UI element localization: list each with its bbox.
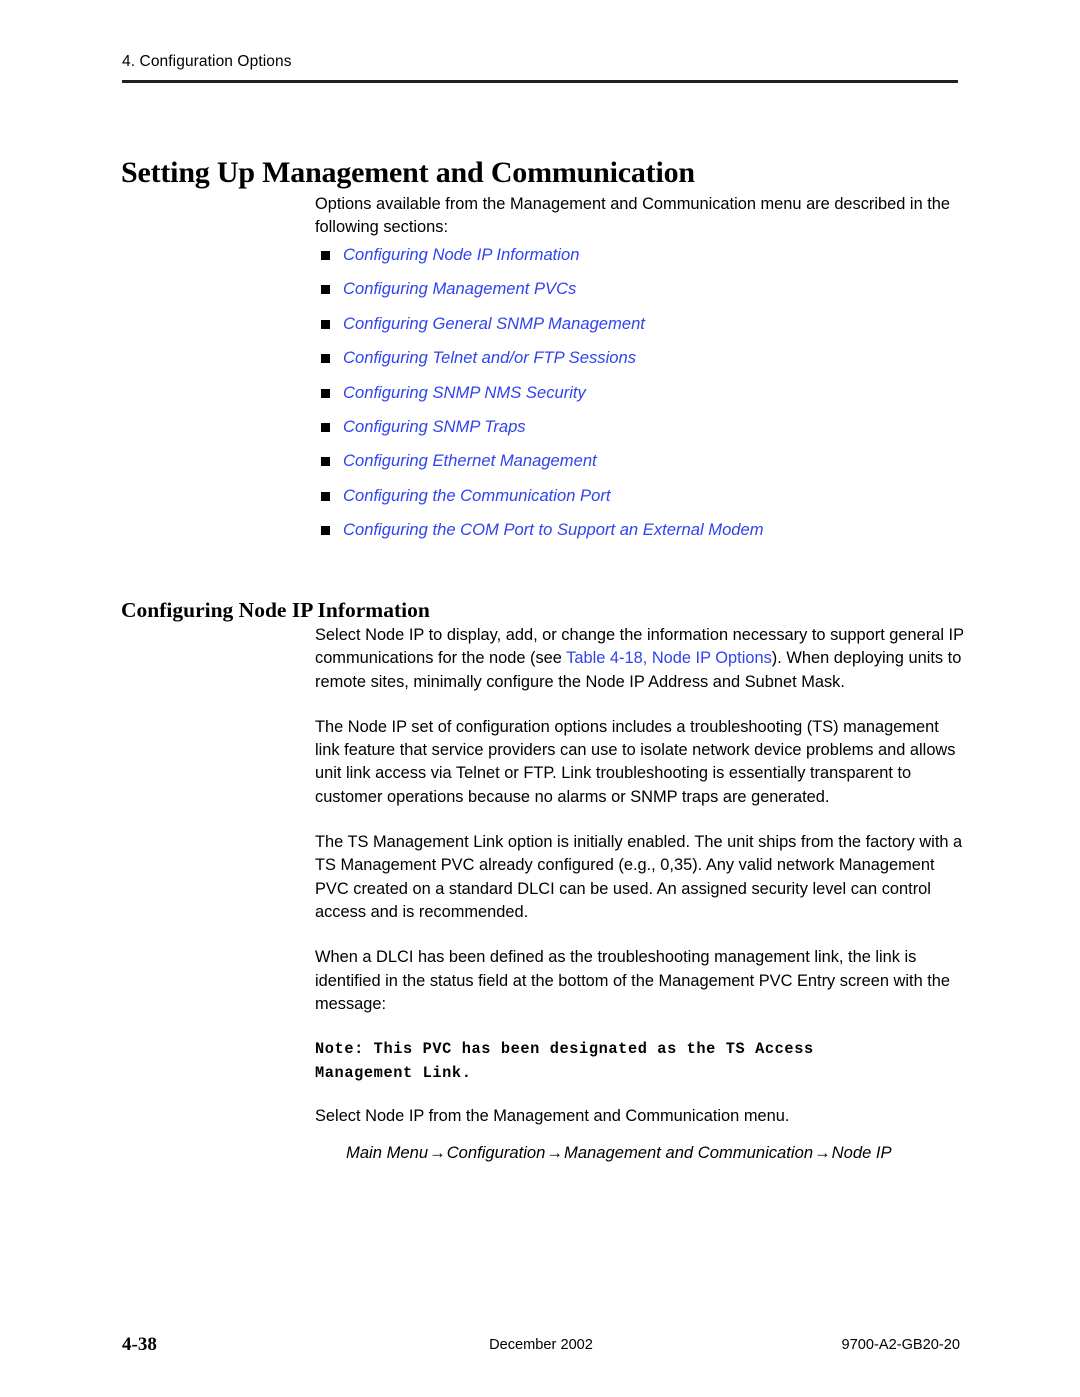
- menu-path-step: Node IP: [831, 1143, 892, 1163]
- arrow-right-icon: →: [429, 1143, 446, 1163]
- list-item[interactable]: Configuring Ethernet Management: [315, 451, 975, 485]
- link-label[interactable]: Configuring SNMP Traps: [343, 417, 526, 437]
- list-item[interactable]: Configuring SNMP Traps: [315, 417, 975, 451]
- square-bullet-icon: [321, 251, 330, 260]
- list-item[interactable]: Configuring General SNMP Management: [315, 314, 975, 348]
- section-paragraph-1: Select Node IP to display, add, or chang…: [315, 624, 967, 694]
- document-page: 4. Configuration Options Setting Up Mana…: [0, 0, 1080, 1397]
- list-item[interactable]: Configuring the Communication Port: [315, 486, 975, 520]
- square-bullet-icon: [321, 354, 330, 364]
- link-label[interactable]: Configuring the Communication Port: [343, 486, 610, 506]
- menu-navigation-path: Main Menu→Configuration→Management and C…: [346, 1142, 967, 1164]
- list-item[interactable]: Configuring the COM Port to Support an E…: [315, 520, 975, 554]
- intro-block: Options available from the Management an…: [315, 193, 963, 240]
- link-label[interactable]: Configuring General SNMP Management: [343, 314, 645, 334]
- page-title: Setting Up Management and Communication: [121, 156, 695, 190]
- link-label[interactable]: Configuring Node IP Information: [343, 245, 579, 265]
- page-footer: 4-38 December 2002 9700-A2-GB20-20: [122, 1334, 960, 1358]
- section-paragraph-2: The Node IP set of configuration options…: [315, 717, 956, 806]
- square-bullet-icon: [321, 285, 330, 295]
- link-label[interactable]: Configuring the COM Port to Support an E…: [343, 520, 764, 540]
- arrow-right-icon: →: [814, 1143, 831, 1163]
- arrow-right-icon: →: [546, 1143, 563, 1163]
- section-paragraph-5: Select Node IP from the Management and C…: [315, 1107, 790, 1126]
- subsection-heading: Configuring Node IP Information: [121, 597, 430, 622]
- section-body: Select Node IP to display, add, or chang…: [315, 624, 967, 1164]
- square-bullet-icon: [321, 388, 330, 398]
- square-bullet-icon: [321, 491, 330, 501]
- chapter-label: 4. Configuration Options: [122, 53, 292, 70]
- status-message-note: Note: This PVC has been designated as th…: [315, 1040, 814, 1082]
- link-label[interactable]: Configuring Ethernet Management: [343, 451, 597, 471]
- list-item[interactable]: Configuring Telnet and/or FTP Sessions: [315, 348, 975, 382]
- link-label[interactable]: Configuring SNMP NMS Security: [343, 383, 586, 403]
- square-bullet-icon: [321, 457, 330, 467]
- menu-path-step: Main Menu: [346, 1143, 429, 1163]
- square-bullet-icon: [321, 526, 330, 536]
- square-bullet-icon: [321, 319, 330, 329]
- table-cross-reference-link[interactable]: Table 4-18, Node IP Options: [566, 649, 772, 667]
- menu-path-step: Configuration: [446, 1143, 546, 1163]
- document-number: 9700-A2-GB20-20: [841, 1337, 960, 1353]
- square-bullet-icon: [321, 422, 330, 432]
- link-label[interactable]: Configuring Telnet and/or FTP Sessions: [343, 348, 636, 368]
- list-item[interactable]: Configuring SNMP NMS Security: [315, 383, 975, 417]
- section-paragraph-3: The TS Management Link option is initial…: [315, 833, 963, 921]
- document-date: December 2002: [489, 1337, 593, 1353]
- list-item[interactable]: Configuring Node IP Information: [315, 245, 975, 279]
- section-link-list: Configuring Node IP Information Configur…: [315, 245, 975, 555]
- link-label[interactable]: Configuring Management PVCs: [343, 279, 576, 299]
- intro-paragraph: Options available from the Management an…: [315, 195, 951, 237]
- running-header: 4. Configuration Options: [122, 52, 958, 72]
- list-item[interactable]: Configuring Management PVCs: [315, 279, 975, 313]
- menu-path-step: Management and Communication: [564, 1143, 814, 1163]
- section-paragraph-4: When a DLCI has been defined as the trou…: [315, 948, 951, 1013]
- header-rule: [122, 80, 958, 83]
